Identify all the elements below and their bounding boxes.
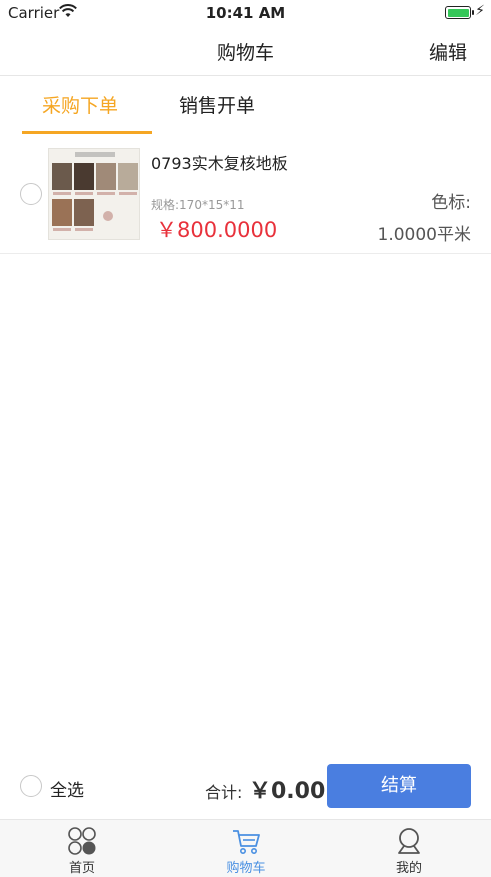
tab-purchase-order[interactable]: 采购下单 [42,91,118,118]
product-quantity: 1.0000平米 [377,225,471,245]
select-all-label[interactable]: 全选 [50,776,84,801]
cart-item[interactable]: 0793实木复核地板 规格:170*15*11 ￥800.0000 色标: 1.… [0,140,491,254]
tabbar-label-cart: 购物车 [226,861,266,876]
page-title: 购物车 [216,42,274,64]
tabbar-item-home[interactable]: 首页 [0,820,164,877]
tabbar-item-cart[interactable]: 购物车 [164,820,328,877]
charging-icon: ⚡ [475,3,485,19]
edit-button[interactable]: 编辑 [429,38,467,65]
total-label: 合计: [205,783,243,802]
home-grid-icon [67,826,97,856]
product-name[interactable]: 0793实木复核地板 [151,150,288,174]
navigation-bar: 购物车 编辑 [0,26,491,76]
product-price: ￥800.0000 [156,218,278,242]
tab-sales-order[interactable]: 销售开单 [179,91,255,118]
profile-icon [394,826,424,856]
total-amount: ￥0.00 [249,779,326,804]
item-select-radio[interactable] [20,183,42,205]
select-all-radio[interactable] [20,775,42,797]
tabbar-label-home: 首页 [68,861,95,876]
product-spec: 规格:170*15*11 [151,198,245,212]
tabbar-item-profile[interactable]: 我的 [327,820,491,877]
product-image[interactable] [48,148,140,240]
bottom-tab-bar: 首页 购物车 我的 [0,819,491,877]
status-bar: Carrier 10:41 AM ⚡ [0,0,491,26]
tabbar-label-profile: 我的 [395,861,422,876]
checkout-button[interactable]: 结算 [327,764,471,808]
clock: 10:41 AM [205,4,286,22]
active-tab-indicator [22,131,152,134]
battery-icon [445,6,474,19]
cart-footer: 全选 合计: ￥0.00 结算 [0,760,491,818]
cart-icon [231,826,261,856]
color-code-label: 色标: [431,193,471,213]
order-type-tabs: 采购下单 销售开单 [0,77,491,135]
